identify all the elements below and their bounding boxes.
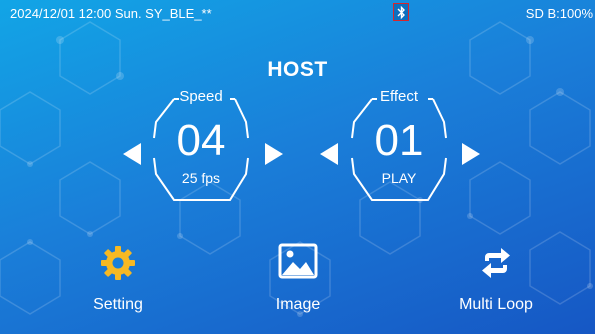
setting-label: Setting — [93, 296, 143, 313]
hexagon-background — [0, 21, 593, 317]
effect-label: Effect — [379, 88, 419, 105]
gear-icon — [101, 246, 135, 280]
sd-battery-status: SD B:100% — [525, 6, 593, 21]
effect-prev-arrow-icon[interactable] — [318, 141, 340, 167]
mode-title: HOST — [267, 58, 328, 81]
date-time-device: 2024/12/01 12:00 Sun. SY_BLE_** — [10, 6, 212, 21]
speed-prev-arrow-icon[interactable] — [121, 141, 143, 167]
status-bar: 2024/12/01 12:00 Sun. SY_BLE_** SD B:100… — [0, 0, 595, 28]
effect-next-arrow-icon[interactable] — [460, 141, 482, 167]
speed-value[interactable]: 04 — [146, 116, 256, 166]
bluetooth-icon[interactable] — [393, 3, 409, 21]
speed-panel: Speed 04 25 fps — [146, 86, 256, 204]
effect-value[interactable]: 01 — [344, 116, 454, 166]
speed-fps: 25 fps — [181, 170, 221, 186]
main-screen: 2024/12/01 12:00 Sun. SY_BLE_** SD B:100… — [0, 0, 595, 334]
repeat-icon — [482, 248, 510, 278]
multi-loop-label: Multi Loop — [459, 296, 533, 313]
image-label: Image — [275, 296, 321, 313]
speed-label: Speed — [179, 88, 223, 105]
effect-panel: Effect 01 PLAY — [344, 86, 454, 204]
speed-next-arrow-icon[interactable] — [263, 141, 285, 167]
effect-mode: PLAY — [381, 170, 417, 186]
image-icon — [278, 243, 318, 279]
